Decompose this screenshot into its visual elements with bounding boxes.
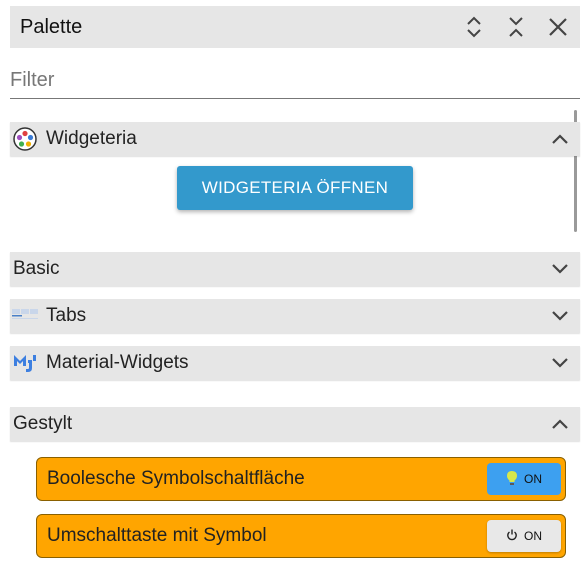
section-gestylt[interactable]: Gestylt — [10, 407, 580, 441]
widget-item[interactable]: Umschalttaste mit Symbol ON — [36, 514, 566, 558]
section-label: Tabs — [46, 305, 87, 326]
chevron-down-icon[interactable] — [548, 304, 572, 328]
chevron-up-icon[interactable] — [548, 127, 572, 151]
panel-title: Palette — [20, 15, 83, 38]
section-label: Material-Widgets — [46, 352, 189, 373]
widget-label: Umschalttaste mit Symbol — [47, 525, 267, 546]
open-widgeteria-button[interactable]: WIDGETERIA ÖFFNEN — [177, 166, 413, 210]
close-icon[interactable] — [544, 13, 572, 41]
toggle-text: ON — [524, 529, 542, 543]
chevron-down-icon[interactable] — [548, 351, 572, 375]
filter-input[interactable] — [10, 66, 580, 99]
lightbulb-icon — [506, 470, 518, 489]
widget-label: Boolesche Symbolschaltfläche — [47, 468, 305, 489]
toggle-text: ON — [524, 472, 542, 486]
expand-all-icon[interactable] — [460, 13, 488, 41]
chevron-up-icon[interactable] — [548, 412, 572, 436]
section-label: Widgeteria — [46, 128, 137, 149]
chevron-down-icon[interactable] — [548, 257, 572, 281]
collapse-all-icon[interactable] — [502, 13, 530, 41]
section-label: Gestylt — [13, 413, 73, 434]
power-icon — [506, 529, 518, 544]
tabs-icon — [12, 303, 38, 329]
widget-item[interactable]: Boolesche Symbolschaltfläche ON — [36, 457, 566, 501]
section-material-widgets[interactable]: Material-Widgets — [10, 346, 580, 380]
material-widgets-icon — [12, 350, 38, 376]
palette-header: Palette — [10, 6, 580, 48]
section-widgeteria[interactable]: Widgeteria — [10, 122, 580, 156]
widgeteria-icon — [12, 126, 38, 152]
section-basic[interactable]: Basic — [10, 252, 580, 286]
section-tabs[interactable]: Tabs — [10, 299, 580, 333]
section-label: Basic — [13, 258, 60, 279]
toggle-button[interactable]: ON — [487, 463, 561, 495]
toggle-button[interactable]: ON — [487, 520, 561, 552]
